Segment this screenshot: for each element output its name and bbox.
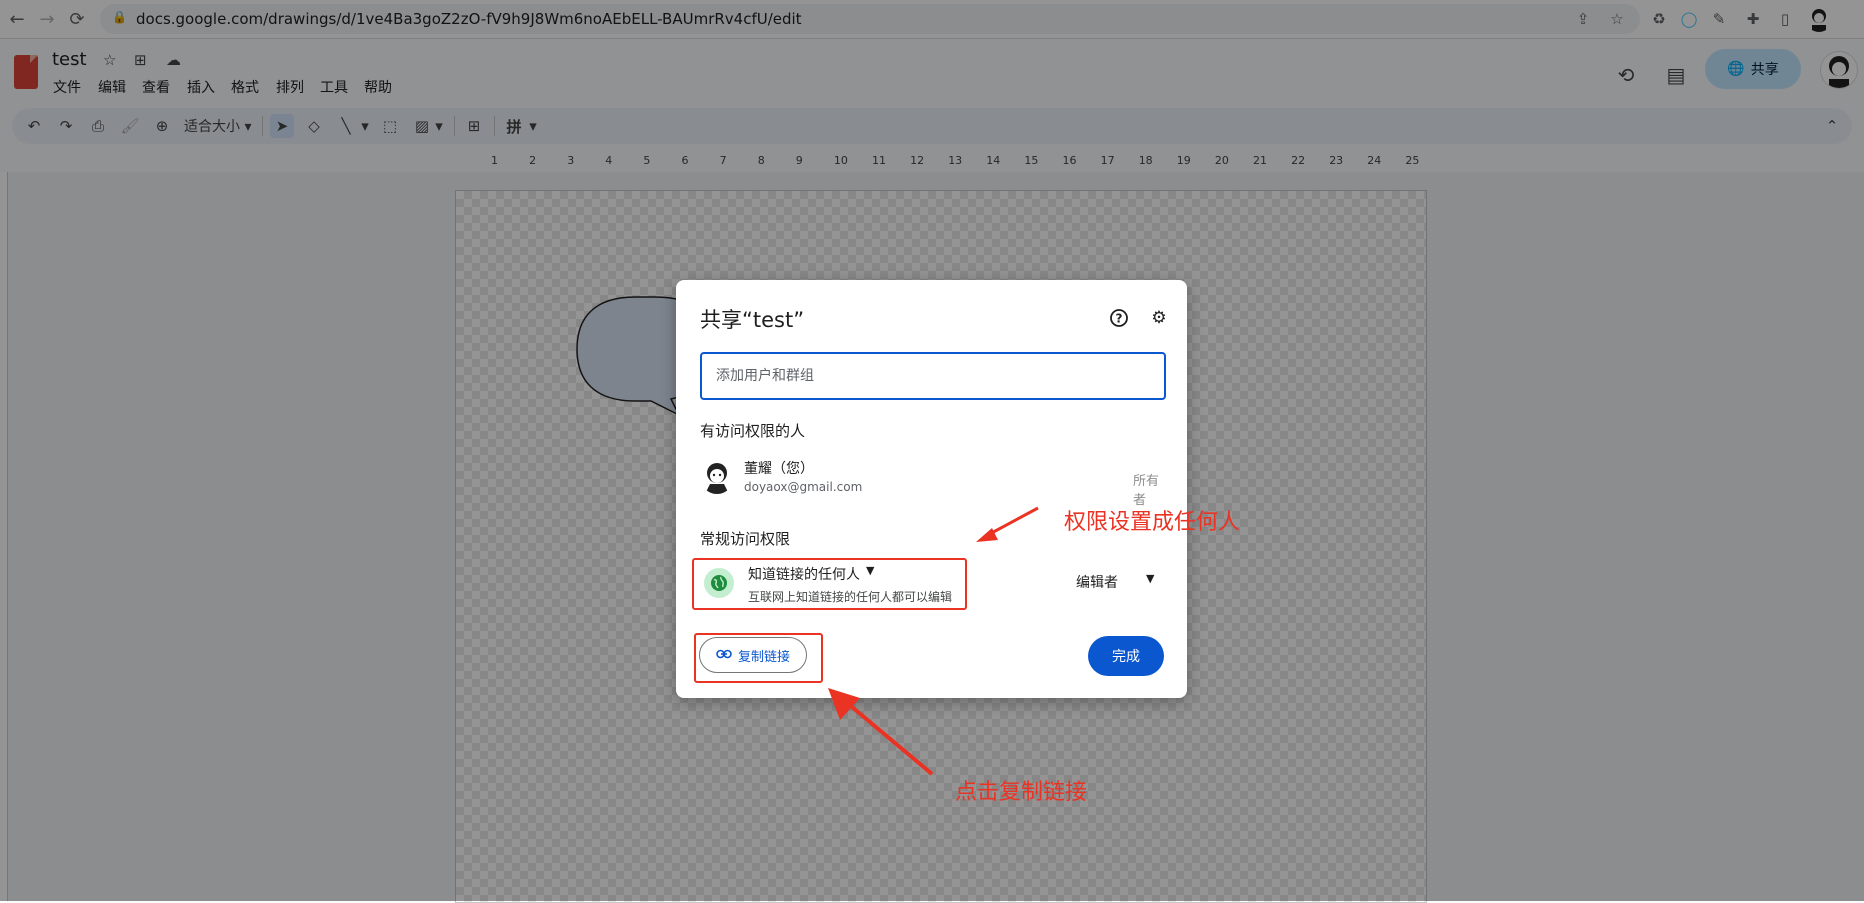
- copy-link-highlight-box: [694, 633, 823, 683]
- help-icon[interactable]: ?: [1107, 306, 1131, 330]
- role-dropdown-icon[interactable]: ▼: [1146, 572, 1154, 585]
- annotation-arrow-icon: [976, 506, 1039, 542]
- person-avatar: [700, 460, 734, 494]
- settings-gear-icon[interactable]: ⚙: [1147, 306, 1171, 330]
- dialog-title: 共享“test”: [700, 308, 805, 332]
- link-role-select[interactable]: 编辑者: [1076, 572, 1118, 592]
- add-people-input[interactable]: [700, 352, 1166, 400]
- people-with-access-heading: 有访问权限的人: [700, 422, 806, 440]
- copy-annotation-text: 点击复制链接: [955, 780, 1088, 805]
- person-row: 董耀（您） doyaox@gmail.com 所有者: [700, 456, 1160, 508]
- done-button[interactable]: 完成: [1088, 636, 1164, 676]
- person-name: 董耀（您）: [744, 461, 814, 477]
- annotation-arrow-icon: [828, 688, 934, 776]
- general-access-heading: 常规访问权限: [700, 530, 791, 548]
- person-role: 所有者: [1133, 474, 1160, 508]
- person-email: doyaox@gmail.com: [744, 480, 863, 494]
- permission-annotation-text: 权限设置成任何人: [1064, 510, 1241, 535]
- svg-text:?: ?: [1116, 312, 1123, 326]
- access-highlight-box: [692, 558, 967, 610]
